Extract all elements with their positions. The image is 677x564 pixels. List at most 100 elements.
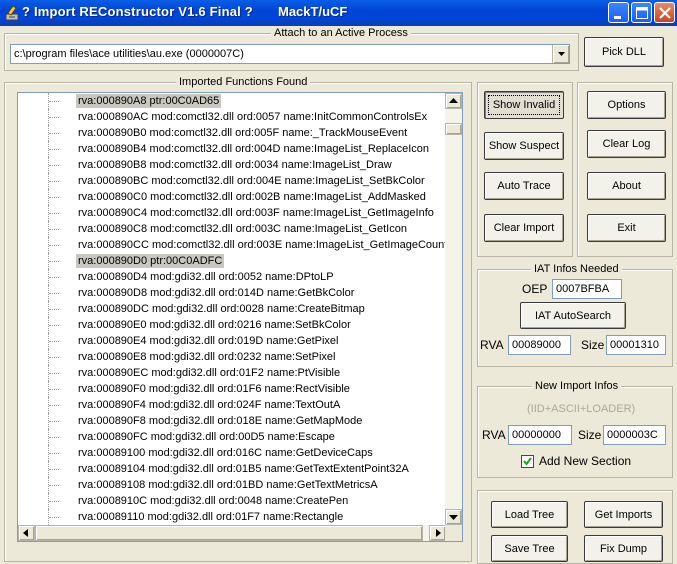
horizontal-scroll-thumb[interactable]: [35, 525, 423, 541]
tree-connector: [49, 277, 59, 278]
tree-row[interactable]: rva:00089104 mod:gdi32.dll ord:01B5 name…: [18, 461, 446, 477]
tree-row[interactable]: rva:000890E8 mod:gdi32.dll ord:0232 name…: [18, 349, 446, 365]
new-size-label: Size: [578, 428, 602, 442]
new-import-group-title: New Import Infos: [532, 380, 622, 392]
tree-row[interactable]: rva:000890CC mod:comctl32.dll ord:003E n…: [18, 237, 446, 253]
tree-row[interactable]: rva:000890C0 mod:comctl32.dll ord:002B n…: [18, 189, 446, 205]
fix-dump-button[interactable]: Fix Dump: [584, 535, 663, 562]
close-button[interactable]: [654, 2, 675, 23]
iat-autosearch-button[interactable]: IAT AutoSearch: [520, 302, 626, 329]
iat-rva-field[interactable]: 00089000: [508, 335, 571, 355]
tree-row[interactable]: rva:000890AC mod:comctl32.dll ord:0057 n…: [18, 109, 446, 125]
tree-row-label: rva:000890E8 mod:gdi32.dll ord:0232 name…: [78, 351, 336, 363]
tree-row-label: rva:000890C4 mod:comctl32.dll ord:003F n…: [78, 207, 434, 219]
tree-row[interactable]: rva:00089108 mod:gdi32.dll ord:01BD name…: [18, 477, 446, 493]
new-size-field[interactable]: 0000003C: [603, 425, 666, 445]
scroll-left-button[interactable]: [18, 525, 35, 541]
tree-row[interactable]: rva:00089100 mod:gdi32.dll ord:016C name…: [18, 445, 446, 461]
exit-button[interactable]: Exit: [587, 214, 666, 242]
iat-size-label: Size: [581, 338, 605, 352]
tree-row[interactable]: rva:000890DC mod:gdi32.dll ord:0028 name…: [18, 301, 446, 317]
tree-connector: [49, 117, 59, 118]
tree-row[interactable]: rva:000890E0 mod:gdi32.dll ord:0216 name…: [18, 317, 446, 333]
process-select-dropdown[interactable]: [552, 45, 569, 63]
tree-row-label: rva:000890D0 ptr:00C0ADFC: [76, 254, 225, 268]
horizontal-scrollbar[interactable]: [18, 525, 446, 541]
tree-row[interactable]: rva:0008910C mod:gdi32.dll ord:0048 name…: [18, 493, 446, 509]
tree-row[interactable]: rva:000890C8 mod:comctl32.dll ord:003C n…: [18, 221, 446, 237]
iat-size-field[interactable]: 00001310: [606, 335, 666, 355]
iat-rva-label: RVA: [480, 338, 504, 352]
minimize-button[interactable]: [608, 2, 629, 23]
tree-row[interactable]: rva:000890D8 mod:gdi32.dll ord:014D name…: [18, 285, 446, 301]
new-rva-field[interactable]: 00000000: [508, 425, 572, 445]
tree-connector: [49, 213, 59, 214]
tree-row[interactable]: rva:000890E4 mod:gdi32.dll ord:019D name…: [18, 333, 446, 349]
show-suspect-label: Show Suspect: [488, 140, 560, 152]
options-label: Options: [607, 99, 646, 111]
tree-row[interactable]: rva:000890C4 mod:comctl32.dll ord:003F n…: [18, 205, 446, 221]
tree-connector: [49, 405, 59, 406]
tree-row[interactable]: rva:000890D4 mod:gdi32.dll ord:0052 name…: [18, 269, 446, 285]
get-imports-button[interactable]: Get Imports: [584, 501, 663, 528]
maximize-icon: [636, 7, 648, 19]
chevron-down-icon: [558, 52, 565, 56]
tree-row[interactable]: rva:000890F8 mod:gdi32.dll ord:018E name…: [18, 413, 446, 429]
load-tree-button[interactable]: Load Tree: [491, 501, 568, 528]
title-bar[interactable]: ? Import REConstructor V1.6 Final ? Mack…: [0, 0, 677, 26]
vertical-scrollbar[interactable]: [445, 93, 462, 525]
auto-trace-label: Auto Trace: [497, 180, 551, 192]
options-button[interactable]: Options: [587, 91, 666, 119]
tree-connector: [49, 453, 59, 454]
show-suspect-button[interactable]: Show Suspect: [484, 132, 564, 160]
clear-import-button[interactable]: Clear Import: [484, 214, 564, 242]
tree-row[interactable]: rva:000890F4 mod:gdi32.dll ord:024F name…: [18, 397, 446, 413]
tree-connector: [49, 149, 59, 150]
tree-row[interactable]: rva:000890BC mod:comctl32.dll ord:004E n…: [18, 173, 446, 189]
tree-connector: [49, 245, 59, 246]
tree-row[interactable]: rva:000890A8 ptr:00C0AD65: [18, 93, 446, 109]
add-new-section-label[interactable]: Add New Section: [539, 454, 631, 468]
scroll-down-button[interactable]: [445, 509, 462, 525]
iat-group-title: IAT Infos Needed: [531, 263, 622, 275]
auto-trace-button[interactable]: Auto Trace: [484, 172, 564, 200]
tree-row[interactable]: rva:000890B0 mod:comctl32.dll ord:005F n…: [18, 125, 446, 141]
tree-connector: [49, 325, 59, 326]
about-label: About: [612, 180, 641, 192]
tree-connector: [49, 309, 59, 310]
oep-field[interactable]: 0007BFBA: [552, 279, 622, 299]
tree-row[interactable]: rva:000890B4 mod:comctl32.dll ord:004D n…: [18, 141, 446, 157]
tree-row[interactable]: rva:00089110 mod:gdi32.dll ord:01F7 name…: [18, 509, 446, 525]
scroll-up-button[interactable]: [445, 93, 462, 109]
get-imports-label: Get Imports: [594, 508, 653, 521]
scroll-corner: [445, 525, 462, 541]
tree-connector: [49, 101, 59, 102]
scroll-right-button[interactable]: [429, 525, 446, 541]
tree-row-label: rva:000890EC mod:gdi32.dll ord:01F2 name…: [78, 367, 341, 379]
tree-connector: [49, 357, 59, 358]
tree-row-label: rva:00089104 mod:gdi32.dll ord:01B5 name…: [78, 463, 409, 475]
tree-row[interactable]: rva:000890EC mod:gdi32.dll ord:01F2 name…: [18, 365, 446, 381]
vertical-scroll-thumb[interactable]: [445, 123, 462, 135]
arrow-down-icon: [449, 515, 458, 520]
imports-tree[interactable]: rva:000890A8 ptr:00C0AD65 rva:000890AC mo…: [17, 92, 463, 542]
save-tree-button[interactable]: Save Tree: [491, 535, 568, 562]
about-button[interactable]: About: [587, 172, 666, 200]
tree-connector: [49, 421, 59, 422]
tree-row-label: rva:00089108 mod:gdi32.dll ord:01BD name…: [78, 479, 378, 491]
show-invalid-button[interactable]: Show Invalid: [484, 91, 564, 119]
tree-row[interactable]: rva:000890F0 mod:gdi32.dll ord:01F6 name…: [18, 381, 446, 397]
add-new-section-checkbox[interactable]: [521, 455, 534, 468]
tree-connector: [49, 293, 59, 294]
tree-row[interactable]: rva:000890B8 mod:comctl32.dll ord:0034 n…: [18, 157, 446, 173]
maximize-button[interactable]: [631, 2, 652, 23]
arrow-up-icon: [449, 98, 458, 103]
tree-connector: [49, 229, 59, 230]
pick-dll-button[interactable]: Pick DLL: [584, 37, 664, 67]
clear-log-button[interactable]: Clear Log: [587, 130, 666, 158]
process-select[interactable]: c:\program files\ace utilities\au.exe (0…: [10, 44, 570, 64]
tree-row[interactable]: rva:000890D0 ptr:00C0ADFC: [18, 253, 446, 269]
tree-connector: [49, 341, 59, 342]
tree-row-label: rva:000890AC mod:comctl32.dll ord:0057 n…: [78, 111, 428, 123]
tree-row[interactable]: rva:000890FC mod:gdi32.dll ord:00D5 name…: [18, 429, 446, 445]
